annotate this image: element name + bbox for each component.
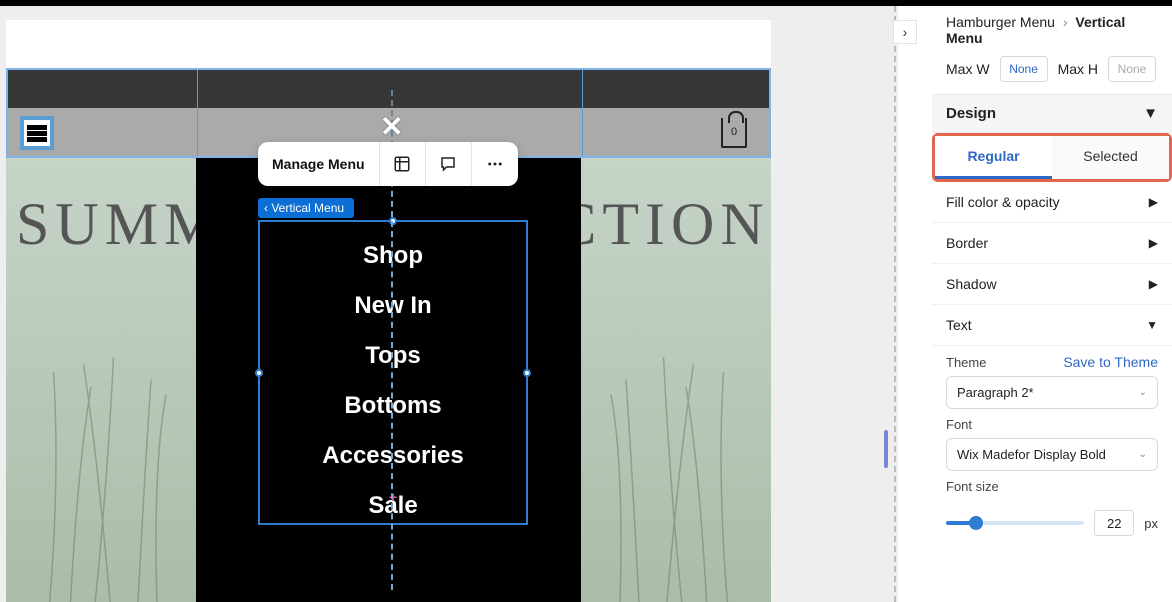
panel-divider[interactable] (894, 6, 896, 602)
element-type-tag[interactable]: Vertical Menu (258, 198, 354, 218)
prop-shadow[interactable]: Shadow ▶ (932, 264, 1172, 305)
breadcrumb: Hamburger Menu › Vertical Menu (932, 6, 1172, 56)
prop-border[interactable]: Border ▶ (932, 223, 1172, 264)
design-label: Design (946, 105, 996, 122)
manage-menu-button[interactable]: Manage Menu (258, 142, 380, 186)
prop-text-label: Text (946, 317, 972, 333)
menu-item[interactable]: New In (354, 292, 431, 320)
theme-select[interactable]: Paragraph 2* ⌄ (946, 376, 1158, 409)
font-label: Font (946, 417, 972, 432)
layout-icon[interactable] (380, 142, 426, 186)
design-state-tabs: Regular Selected (932, 133, 1172, 182)
font-select[interactable]: Wix Madefor Display Bold ⌄ (946, 438, 1158, 471)
tab-selected[interactable]: Selected (1052, 136, 1169, 179)
font-size-unit[interactable]: px (1144, 516, 1158, 531)
max-height-input[interactable]: None (1108, 56, 1156, 82)
comment-icon[interactable] (426, 142, 472, 186)
cart-count: 0 (731, 126, 737, 138)
chevron-down-icon: ▼ (1143, 105, 1158, 122)
theme-value: Paragraph 2* (957, 385, 1034, 400)
font-size-slider[interactable] (946, 521, 1084, 525)
menu-item[interactable]: Shop (363, 242, 423, 270)
more-icon[interactable] (472, 142, 518, 186)
theme-label: Theme (946, 355, 986, 370)
chevron-right-icon: ▶ (1149, 236, 1158, 250)
cart-icon[interactable]: 0 (721, 118, 747, 148)
font-value: Wix Madefor Display Bold (957, 447, 1106, 462)
menu-item[interactable]: Accessories (322, 442, 463, 470)
vertical-menu-selection[interactable]: + Shop New In Tops Bottoms Accessories S… (258, 220, 528, 525)
dimensions-row: Max W None Max H None (932, 56, 1172, 94)
resize-handle-left[interactable] (255, 369, 263, 377)
inspector-panel: Hamburger Menu › Vertical Menu Max W Non… (932, 6, 1172, 602)
vertical-menu-items: Shop New In Tops Bottoms Accessories Sal… (260, 222, 526, 520)
chevron-right-icon: ▶ (1149, 277, 1158, 291)
theme-field: Theme Save to Theme Paragraph 2* ⌄ (932, 346, 1172, 409)
grass-decor-left (6, 342, 216, 602)
chevron-down-icon: ▼ (1146, 318, 1158, 332)
hamburger-button[interactable] (20, 116, 54, 150)
prop-text[interactable]: Text ▼ (932, 305, 1172, 346)
font-size-label: Font size (946, 479, 999, 494)
prop-shadow-label: Shadow (946, 276, 997, 292)
resize-handle-right[interactable] (523, 369, 531, 377)
max-width-input[interactable]: None (1000, 56, 1048, 82)
save-to-theme-link[interactable]: Save to Theme (1063, 354, 1158, 370)
chevron-down-icon: ⌄ (1139, 449, 1147, 460)
font-size-field: Font size (932, 471, 1172, 494)
chevron-right-icon: ▶ (1149, 195, 1158, 209)
chevron-down-icon: ⌄ (1139, 387, 1147, 398)
canvas-scroll-indicator[interactable] (884, 430, 888, 468)
prop-border-label: Border (946, 235, 988, 251)
font-size-control: 22 px (932, 500, 1172, 536)
breadcrumb-parent[interactable]: Hamburger Menu (946, 14, 1055, 30)
grass-decor-right (561, 342, 771, 602)
breadcrumb-separator: › (1063, 14, 1068, 30)
tab-regular[interactable]: Regular (935, 136, 1052, 179)
max-height-label: Max H (1058, 61, 1098, 77)
collapse-panel-button[interactable]: › (893, 20, 917, 44)
design-section-header[interactable]: Design ▼ (932, 94, 1172, 133)
page-canvas[interactable]: SUMMER COLLECTION + (6, 20, 771, 602)
font-size-input[interactable]: 22 (1094, 510, 1134, 536)
prop-fill[interactable]: Fill color & opacity ▶ (932, 182, 1172, 223)
max-width-label: Max W (946, 61, 990, 77)
prop-fill-label: Fill color & opacity (946, 194, 1060, 210)
editor-workspace: SUMMER COLLECTION + (0, 6, 898, 602)
element-toolbar: Manage Menu (258, 142, 518, 186)
font-field: Font Wix Madefor Display Bold ⌄ (932, 409, 1172, 471)
close-icon[interactable]: ✕ (380, 110, 403, 143)
